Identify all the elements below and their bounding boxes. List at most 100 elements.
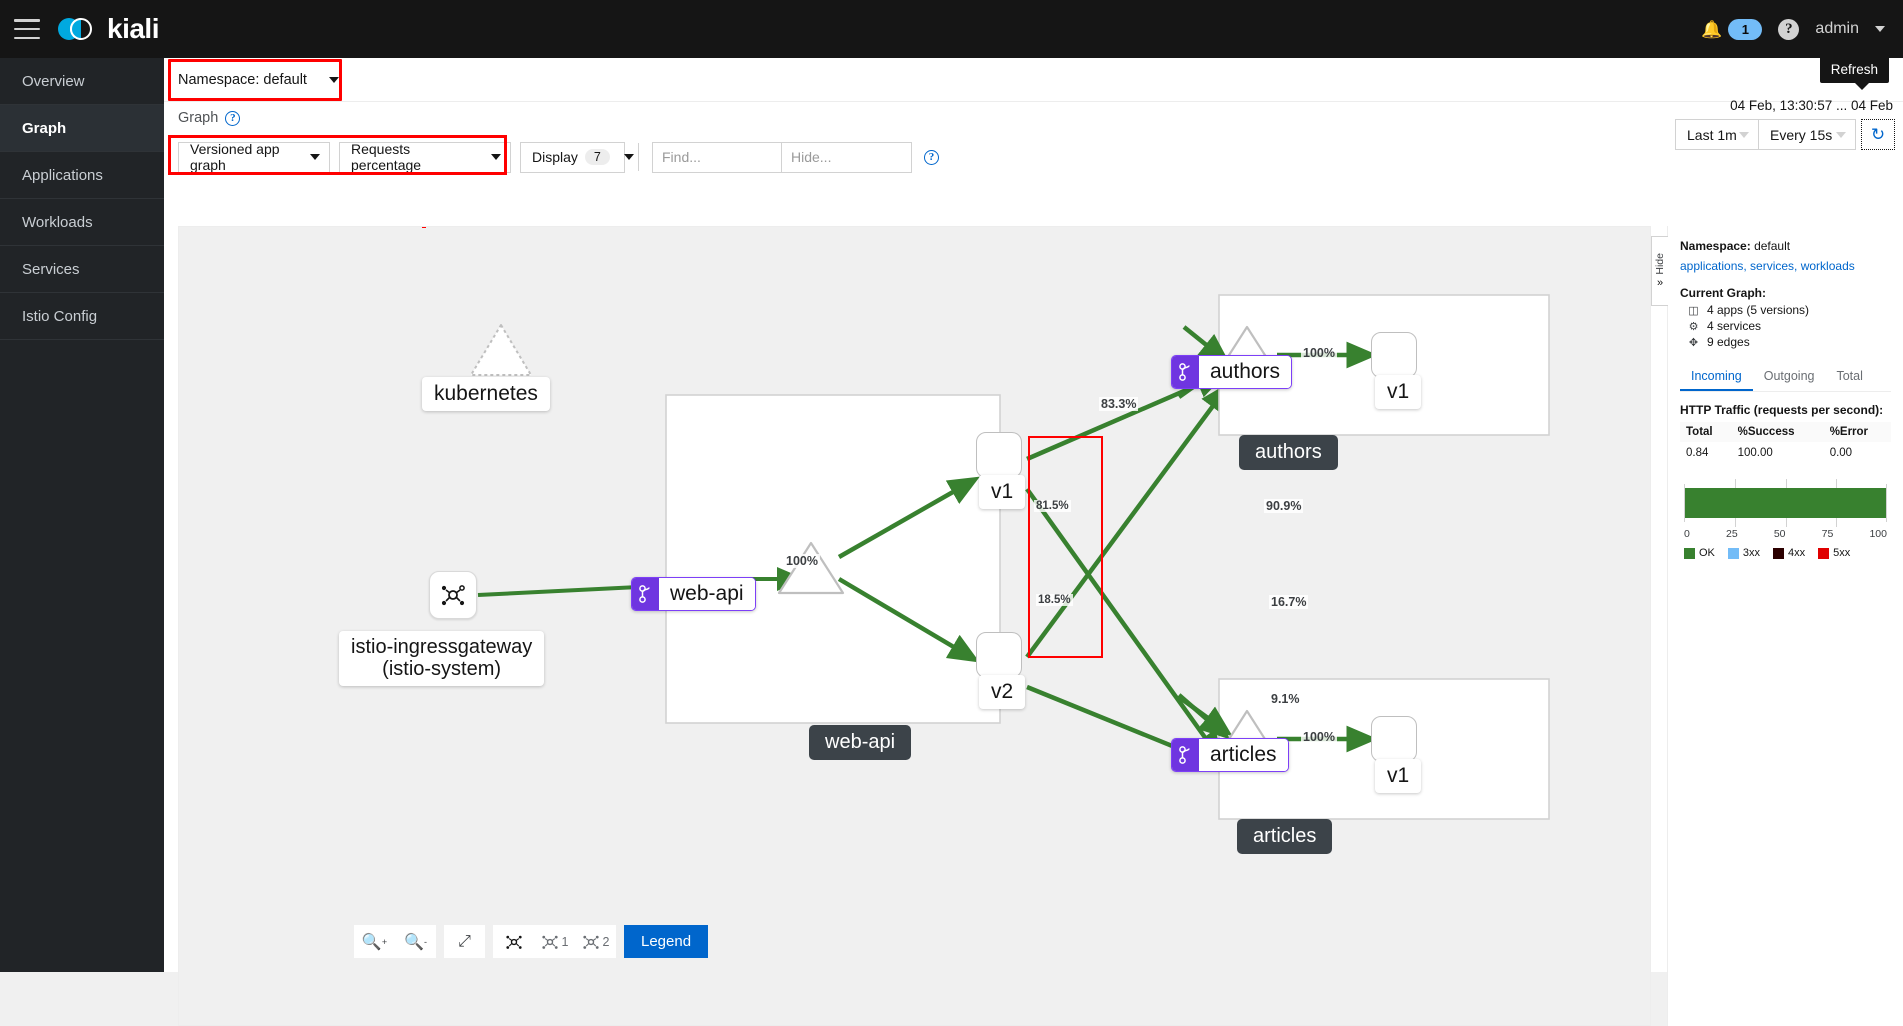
sidebar-item-workloads[interactable]: Workloads: [0, 199, 164, 246]
find-input[interactable]: [652, 141, 782, 173]
label-webapi-v1: v1: [979, 475, 1026, 509]
label-webapi-service: web-api: [631, 577, 756, 611]
question-circle-icon[interactable]: ?: [1778, 18, 1800, 40]
refresh-interval-select[interactable]: Every 15s: [1759, 119, 1856, 150]
tab-total[interactable]: Total: [1825, 363, 1873, 391]
group-box-webapi: [665, 394, 1001, 724]
sync-icon: ↻: [1870, 125, 1886, 144]
node-kubernetes-triangle[interactable]: [470, 324, 532, 376]
td-error: 0.00: [1829, 447, 1853, 459]
display-count-badge: 7: [584, 149, 610, 165]
legend-item-3xx[interactable]: 3xx: [1727, 547, 1761, 559]
chart-axis-ticks: 0 25 50 75 100: [1684, 528, 1887, 540]
chevron-down-icon: [328, 77, 339, 83]
group-label-webapi: web-api: [809, 725, 912, 760]
graph-type-select[interactable]: Versioned app graph: [178, 141, 330, 173]
sidebar-nav: Overview Graph Applications Workloads Se…: [0, 58, 164, 972]
chevron-down-icon[interactable]: [1875, 26, 1885, 32]
tick-50: 50: [1773, 528, 1786, 540]
tick-25: 25: [1725, 528, 1738, 540]
legend-swatch-ok: [1684, 547, 1695, 559]
chevron-down-icon: [623, 154, 634, 160]
layout-1-label: 1: [561, 934, 569, 949]
apps-icon: ◫: [1688, 304, 1699, 317]
layout-2-button[interactable]: 2: [575, 925, 616, 958]
masthead-actions: 🔔 1 ? admin: [1701, 18, 1903, 40]
legend-label-3xx: 3xx: [1742, 547, 1761, 559]
panel-stat-edges: ✥ 9 edges: [1687, 335, 1891, 349]
legend-item-4xx[interactable]: 4xx: [1773, 547, 1805, 559]
zoom-in-icon[interactable]: 🔍 +: [354, 925, 395, 958]
graph-canvas[interactable]: kubernetes istio-ingressgateway (istio-sy…: [178, 226, 1651, 1026]
td-success: 100.00: [1737, 447, 1773, 459]
layout-1-button[interactable]: 1: [534, 925, 575, 958]
legend-item-ok[interactable]: OK: [1684, 547, 1715, 559]
toolbar-divider: [638, 143, 639, 171]
brand-name: kiali: [107, 13, 159, 44]
th-error: %Error: [1823, 422, 1891, 442]
zoom-out-icon[interactable]: 🔍 -: [395, 925, 436, 958]
label-webapi-service-text: web-api: [659, 578, 755, 610]
notifications[interactable]: 🔔 1: [1701, 18, 1763, 40]
graph-type-value: Versioned app graph: [190, 141, 280, 173]
chevron-down-icon: [310, 154, 320, 160]
chevron-right-double-icon: »: [1656, 277, 1664, 290]
fit-to-screen-icon[interactable]: ⤢: [444, 925, 485, 958]
traffic-chart: 0 25 50 75 100 OK 3xx 4xx 5xx: [1680, 479, 1891, 559]
kiali-logo-icon: [58, 15, 98, 43]
sidebar-item-istio-config[interactable]: Istio Config: [0, 293, 164, 340]
layout-default-icon[interactable]: [493, 925, 534, 958]
tab-outgoing[interactable]: Outgoing: [1753, 363, 1826, 391]
sidebar-item-applications[interactable]: Applications: [0, 152, 164, 199]
table-header-row: Total %Success %Error: [1680, 422, 1891, 442]
time-controls: 04 Feb, 13:30:57 ... 04 Feb Last 1m Ever…: [1675, 56, 1895, 150]
legend-button[interactable]: Legend: [624, 925, 709, 958]
refresh-button[interactable]: ↻: [1861, 119, 1895, 150]
panel-namespace-value: default: [1754, 239, 1791, 253]
sidebar-item-services[interactable]: Services: [0, 246, 164, 293]
edge-label-v1-authors: 83.3%: [1099, 397, 1139, 411]
tab-incoming[interactable]: Incoming: [1680, 363, 1753, 391]
label-istio-ingressgateway: istio-ingressgateway (istio-system): [339, 631, 545, 686]
edge-label-v2-authors: 90.9%: [1264, 499, 1304, 513]
node-webapi-v1[interactable]: [976, 432, 1022, 478]
sidebar-item-graph[interactable]: Graph: [0, 105, 164, 152]
edge-label-select[interactable]: Requests percentage: [339, 141, 511, 173]
user-menu-label[interactable]: admin: [1815, 20, 1859, 38]
namespace-selector[interactable]: Namespace: default: [178, 67, 339, 93]
sidebar-item-overview[interactable]: Overview: [0, 58, 164, 105]
hide-panel-label: Hide: [1654, 252, 1666, 275]
display-label: Display: [532, 149, 578, 165]
layout-2-label: 2: [602, 934, 610, 949]
legend-label-5xx: 5xx: [1833, 547, 1851, 559]
label-authors-service: authors: [1171, 355, 1293, 389]
tick-75: 75: [1821, 528, 1834, 540]
legend-item-5xx[interactable]: 5xx: [1818, 547, 1850, 559]
panel-resources-link[interactable]: applications, services, workloads: [1680, 257, 1891, 275]
node-authors-v1[interactable]: [1371, 332, 1417, 378]
panel-traffic-tabs: Incoming Outgoing Total: [1680, 363, 1891, 392]
hide-input[interactable]: [782, 141, 912, 173]
edges-icon: ✥: [1688, 336, 1699, 349]
edge-label-authors-v1: 100%: [1301, 346, 1337, 360]
brand-logo[interactable]: kiali: [58, 13, 159, 45]
time-range-text: 04 Feb, 13:30:57 ... 04 Feb: [1730, 98, 1893, 113]
virtual-service-icon: [632, 578, 659, 610]
hamburger-icon[interactable]: [14, 19, 40, 39]
virtual-service-icon: [1172, 739, 1199, 771]
duration-select[interactable]: Last 1m: [1675, 119, 1759, 150]
notification-count-badge: 1: [1728, 18, 1763, 40]
hide-panel-toggle[interactable]: Hide »: [1651, 236, 1668, 306]
chart-plot-area: [1684, 479, 1887, 527]
node-webapi-v2[interactable]: [976, 632, 1022, 678]
find-hide-help-icon[interactable]: ?: [924, 149, 939, 165]
label-articles-v1: v1: [1375, 759, 1422, 793]
node-istio-ingressgateway[interactable]: [429, 571, 477, 619]
display-select[interactable]: Display 7: [520, 141, 634, 173]
virtual-service-icon: [1172, 356, 1199, 388]
edge-label-v2-articles: 9.1%: [1269, 692, 1302, 706]
page-title-row: Graph ?: [164, 102, 1903, 134]
help-circle-icon[interactable]: ?: [225, 110, 241, 126]
node-articles-v1[interactable]: [1371, 716, 1417, 762]
edge-label-value: Requests percentage: [351, 141, 422, 173]
